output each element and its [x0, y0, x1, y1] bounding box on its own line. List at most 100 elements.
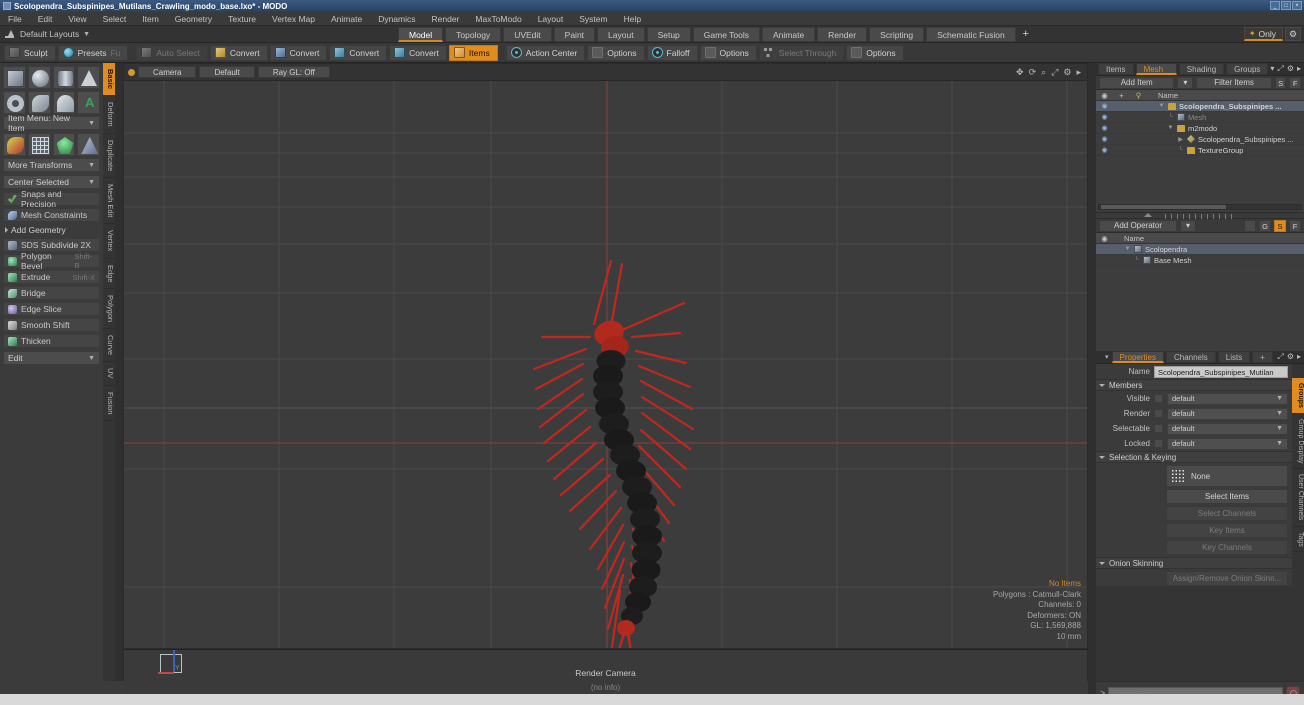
item-list-scroll-area[interactable] — [1096, 156, 1304, 212]
collapse-arrow-icon[interactable]: ▶ — [1177, 136, 1184, 143]
sds-subdivide-button[interactable]: SDS Subdivide 2X — [3, 238, 100, 252]
locked-checkbox[interactable] — [1154, 439, 1163, 448]
centipede-model[interactable] — [124, 81, 1087, 682]
tab-layout[interactable]: Layout — [597, 26, 645, 42]
zoom-icon[interactable]: ⌕ — [1041, 67, 1046, 78]
row-eye-icon[interactable]: ◉ — [1096, 124, 1113, 132]
menu-item-edit[interactable]: Edit — [30, 12, 61, 26]
expand-arrow-icon[interactable]: ▼ — [1124, 246, 1131, 252]
rvtab-tags[interactable]: Tags — [1292, 527, 1304, 553]
mesh-constraints-button[interactable]: Mesh Constraints — [3, 208, 100, 222]
menu-item-select[interactable]: Select — [95, 12, 135, 26]
center-selected-dropdown[interactable]: Center Selected ▼ — [3, 175, 100, 189]
menu-item-vertex-map[interactable]: Vertex Map — [264, 12, 323, 26]
convert-button-1[interactable]: Convert — [209, 44, 268, 61]
panel-divider[interactable] — [1096, 212, 1304, 219]
operator-blank-button[interactable] — [1244, 219, 1256, 232]
cube-primitive-button[interactable] — [3, 66, 26, 89]
edge-slice-button[interactable]: Edge Slice — [3, 302, 100, 316]
chevron-right-icon[interactable]: ▸ — [1076, 67, 1081, 78]
tab-game-tools[interactable]: Game Tools — [692, 26, 760, 42]
members-section-header[interactable]: Members — [1096, 379, 1292, 391]
rvtab-groups[interactable]: Groups — [1292, 378, 1304, 414]
expand-icon[interactable]: ⤢ — [1277, 352, 1283, 362]
presets-button[interactable]: Presets Fu — [57, 44, 129, 61]
gear-icon[interactable]: ⚙ — [1287, 352, 1294, 362]
key-channels-button[interactable]: Key Channels — [1166, 540, 1288, 555]
add-item-dropdown[interactable]: ▾ — [1177, 76, 1194, 89]
joint-tool-button[interactable] — [3, 133, 26, 156]
action-center-button[interactable]: Action Center — [505, 44, 586, 61]
rvtab-user-channels[interactable]: User Channels — [1292, 469, 1304, 527]
locked-dropdown[interactable]: default ▼ — [1167, 437, 1288, 450]
visible-dropdown[interactable]: default ▼ — [1167, 392, 1288, 405]
vtab-deform[interactable]: Deform — [103, 96, 115, 134]
selectable-dropdown[interactable]: default ▼ — [1167, 422, 1288, 435]
ptab-channels[interactable]: Channels — [1165, 351, 1216, 363]
cylinder-primitive-button[interactable] — [52, 66, 76, 89]
tab-animate[interactable]: Animate — [761, 26, 816, 42]
select-through-button[interactable]: Select Through — [758, 44, 845, 61]
item-menu-dropdown[interactable]: Item Menu: New Item ▼ — [3, 113, 100, 133]
chevron-down-icon[interactable]: ▾ — [1102, 353, 1112, 361]
raygl-dropdown[interactable]: Ray GL: Off — [257, 66, 330, 78]
text-primitive-button[interactable]: A — [77, 91, 100, 114]
cone-primitive-button[interactable] — [77, 66, 100, 89]
vtab-curve[interactable]: Curve — [103, 329, 115, 363]
add-item-button[interactable]: Add Item — [1099, 76, 1175, 89]
grid-tool-button[interactable] — [27, 133, 51, 156]
ptab-properties[interactable]: Properties — [1111, 351, 1164, 363]
menu-item-dynamics[interactable]: Dynamics — [370, 12, 423, 26]
item-s-button[interactable]: S — [1274, 76, 1287, 89]
menu-item-layout[interactable]: Layout — [530, 12, 572, 26]
shading-dropdown[interactable]: Default — [199, 66, 255, 78]
menu-item-item[interactable]: Item — [134, 12, 167, 26]
pyramid-tool-button[interactable] — [77, 133, 100, 156]
menu-item-geometry[interactable]: Geometry — [167, 12, 220, 26]
operator-list[interactable]: ◉ Name ▼ Scolopendra └ Base Mesh — [1096, 233, 1304, 351]
convert-button-3[interactable]: Convert — [329, 44, 388, 61]
menu-item-system[interactable]: System — [571, 12, 615, 26]
select-channels-button[interactable]: Select Channels — [1166, 506, 1288, 521]
list-item[interactable]: ▼ Scolopendra — [1096, 244, 1304, 255]
tab-render[interactable]: Render — [817, 26, 868, 42]
add-geometry-header[interactable]: Add Geometry — [3, 224, 100, 236]
chevron-down-icon[interactable]: ▾ — [1270, 64, 1274, 74]
row-eye-icon[interactable]: ◉ — [1096, 135, 1113, 143]
snaps-and-precision-button[interactable]: Snaps and Precision — [3, 189, 100, 209]
thicken-button[interactable]: Thicken — [3, 334, 100, 348]
vtab-uv[interactable]: UV — [103, 362, 115, 386]
scrollbar-thumb[interactable] — [1101, 205, 1227, 209]
row-eye-icon[interactable]: ◉ — [1096, 113, 1113, 121]
extrude-button[interactable]: Extrude Shift-X — [3, 270, 100, 284]
table-row[interactable]: ◉ ▼ Scolopendra_Subspinipes ... — [1096, 101, 1304, 112]
ptab-groups[interactable]: Groups — [1226, 63, 1269, 75]
menu-item-animate[interactable]: Animate — [323, 12, 370, 26]
menu-item-texture[interactable]: Texture — [220, 12, 264, 26]
falloff-button[interactable]: Falloff — [646, 44, 698, 61]
add-operator-button[interactable]: Add Operator — [1099, 219, 1177, 232]
default-layouts-dropdown[interactable]: Default Layouts ▼ — [0, 29, 398, 40]
tab-topology[interactable]: Topology — [445, 26, 502, 42]
window-controls[interactable]: _ □ × — [1270, 1, 1302, 10]
auto-select-button[interactable]: Auto Select — [136, 44, 208, 61]
options-button-3[interactable]: Options — [846, 44, 904, 61]
vtab-vertex[interactable]: Vertex — [103, 224, 115, 259]
operator-f-button[interactable]: F — [1289, 219, 1301, 232]
vtab-fusion[interactable]: Fusion — [103, 386, 115, 422]
minimize-button[interactable]: _ — [1270, 1, 1280, 10]
render-dropdown[interactable]: default ▼ — [1167, 407, 1288, 420]
viewport-canvas[interactable]: No Items Polygons : Catmull-Clark Channe… — [124, 81, 1087, 682]
add-tab-button[interactable]: + — [1018, 27, 1034, 42]
gem-tool-button[interactable] — [52, 133, 76, 156]
rvtab-group-display[interactable]: Group Display — [1292, 414, 1304, 470]
add-operator-dropdown[interactable]: ▾ — [1180, 219, 1196, 232]
tab-schematic-fusion[interactable]: Schematic Fusion — [926, 26, 1016, 42]
vtab-polygon[interactable]: Polygon — [103, 289, 115, 330]
selection-none-box[interactable]: None — [1166, 465, 1288, 487]
rotate-icon[interactable]: ⟳ — [1029, 67, 1037, 78]
edit-dropdown[interactable]: Edit ▼ — [3, 351, 100, 365]
vtab-edge[interactable]: Edge — [103, 259, 115, 290]
gear-icon[interactable]: ⚙ — [1285, 27, 1301, 41]
camera-dropdown[interactable]: Camera — [138, 66, 197, 78]
